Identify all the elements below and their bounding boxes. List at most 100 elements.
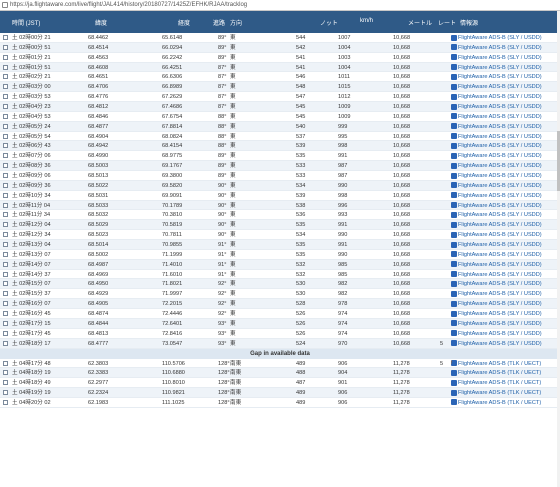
source-link[interactable]: FlightAware ADS-B (SLY / USDD) bbox=[458, 203, 542, 209]
row-checkbox[interactable] bbox=[3, 153, 8, 159]
row-checkbox[interactable] bbox=[3, 104, 8, 110]
source-link[interactable]: FlightAware ADS-B (SLY / USDD) bbox=[458, 321, 542, 327]
cell-source[interactable]: FlightAware ADS-B (SLY / USDD) bbox=[451, 251, 542, 259]
source-link[interactable]: FlightAware ADS-B (SLY / USDD) bbox=[458, 272, 542, 278]
cell-source[interactable]: FlightAware ADS-B (SLY / USDD) bbox=[451, 182, 542, 190]
cell-source[interactable]: FlightAware ADS-B (SLY / USDD) bbox=[451, 280, 542, 288]
row-checkbox[interactable] bbox=[3, 380, 8, 386]
row-checkbox[interactable] bbox=[3, 242, 8, 248]
cell-source[interactable]: FlightAware ADS-B (TLK / UECT) bbox=[451, 369, 541, 377]
cell-source[interactable]: FlightAware ADS-B (TLK / UECT) bbox=[451, 379, 541, 387]
source-link[interactable]: FlightAware ADS-B (TLK / UECT) bbox=[458, 370, 541, 376]
row-checkbox[interactable] bbox=[3, 251, 8, 257]
source-link[interactable]: FlightAware ADS-B (SLY / USDD) bbox=[458, 45, 542, 51]
row-checkbox[interactable] bbox=[3, 143, 8, 149]
cell-source[interactable]: FlightAware ADS-B (SLY / USDD) bbox=[451, 44, 542, 52]
source-link[interactable]: FlightAware ADS-B (SLY / USDD) bbox=[458, 163, 542, 169]
row-checkbox[interactable] bbox=[3, 271, 8, 277]
cell-source[interactable]: FlightAware ADS-B (TLK / UECT) bbox=[451, 399, 541, 407]
row-checkbox[interactable] bbox=[3, 163, 8, 169]
row-checkbox[interactable] bbox=[3, 54, 8, 60]
source-link[interactable]: FlightAware ADS-B (SLY / USDD) bbox=[458, 74, 542, 80]
cell-source[interactable]: FlightAware ADS-B (SLY / USDD) bbox=[451, 320, 542, 328]
row-checkbox[interactable] bbox=[3, 113, 8, 119]
source-link[interactable]: FlightAware ADS-B (TLK / UECT) bbox=[458, 400, 541, 406]
source-link[interactable]: FlightAware ADS-B (SLY / USDD) bbox=[458, 143, 542, 149]
source-link[interactable]: FlightAware ADS-B (SLY / USDD) bbox=[458, 252, 542, 258]
cell-source[interactable]: FlightAware ADS-B (SLY / USDD) bbox=[451, 340, 542, 348]
source-link[interactable]: FlightAware ADS-B (TLK / UECT) bbox=[458, 390, 541, 396]
source-link[interactable]: FlightAware ADS-B (SLY / USDD) bbox=[458, 222, 542, 228]
source-link[interactable]: FlightAware ADS-B (SLY / USDD) bbox=[458, 341, 542, 347]
cell-source[interactable]: FlightAware ADS-B (SLY / USDD) bbox=[451, 152, 542, 160]
source-link[interactable]: FlightAware ADS-B (SLY / USDD) bbox=[458, 232, 542, 238]
cell-source[interactable]: FlightAware ADS-B (SLY / USDD) bbox=[451, 192, 542, 200]
source-link[interactable]: FlightAware ADS-B (SLY / USDD) bbox=[458, 173, 542, 179]
cell-source[interactable]: FlightAware ADS-B (SLY / USDD) bbox=[451, 211, 542, 219]
row-checkbox[interactable] bbox=[3, 173, 8, 179]
cell-source[interactable]: FlightAware ADS-B (SLY / USDD) bbox=[451, 290, 542, 298]
row-checkbox[interactable] bbox=[3, 281, 8, 287]
row-checkbox[interactable] bbox=[3, 94, 8, 100]
row-checkbox[interactable] bbox=[3, 35, 8, 40]
cell-source[interactable]: FlightAware ADS-B (TLK / UECT) bbox=[451, 389, 541, 397]
cell-source[interactable]: FlightAware ADS-B (SLY / USDD) bbox=[451, 64, 542, 72]
row-checkbox[interactable] bbox=[3, 291, 8, 297]
row-checkbox[interactable] bbox=[3, 74, 8, 80]
row-checkbox[interactable] bbox=[3, 182, 8, 188]
row-checkbox[interactable] bbox=[3, 212, 8, 218]
cell-source[interactable]: FlightAware ADS-B (SLY / USDD) bbox=[451, 221, 542, 229]
row-checkbox[interactable] bbox=[3, 64, 8, 70]
source-link[interactable]: FlightAware ADS-B (SLY / USDD) bbox=[458, 242, 542, 248]
row-checkbox[interactable] bbox=[3, 301, 8, 307]
cell-source[interactable]: FlightAware ADS-B (SLY / USDD) bbox=[451, 34, 542, 42]
col-time[interactable]: 時間 (JST) bbox=[12, 18, 40, 27]
cell-source[interactable]: FlightAware ADS-B (SLY / USDD) bbox=[451, 202, 542, 210]
cell-source[interactable]: FlightAware ADS-B (SLY / USDD) bbox=[451, 241, 542, 249]
cell-source[interactable]: FlightAware ADS-B (SLY / USDD) bbox=[451, 330, 542, 338]
source-link[interactable]: FlightAware ADS-B (SLY / USDD) bbox=[458, 301, 542, 307]
row-checkbox[interactable] bbox=[3, 261, 8, 267]
source-link[interactable]: FlightAware ADS-B (SLY / USDD) bbox=[458, 291, 542, 297]
source-link[interactable]: FlightAware ADS-B (SLY / USDD) bbox=[458, 65, 542, 71]
cell-source[interactable]: FlightAware ADS-B (SLY / USDD) bbox=[451, 172, 542, 180]
cell-source[interactable]: FlightAware ADS-B (SLY / USDD) bbox=[451, 83, 542, 91]
source-link[interactable]: FlightAware ADS-B (SLY / USDD) bbox=[458, 153, 542, 159]
cell-source[interactable]: FlightAware ADS-B (TLK / UECT) bbox=[451, 360, 541, 368]
cell-source[interactable]: FlightAware ADS-B (SLY / USDD) bbox=[451, 300, 542, 308]
row-checkbox[interactable] bbox=[3, 320, 8, 326]
source-link[interactable]: FlightAware ADS-B (SLY / USDD) bbox=[458, 331, 542, 337]
cell-source[interactable]: FlightAware ADS-B (SLY / USDD) bbox=[451, 103, 542, 111]
source-link[interactable]: FlightAware ADS-B (SLY / USDD) bbox=[458, 35, 542, 41]
cell-source[interactable]: FlightAware ADS-B (SLY / USDD) bbox=[451, 133, 542, 141]
row-checkbox[interactable] bbox=[3, 340, 8, 346]
row-checkbox[interactable] bbox=[3, 311, 8, 317]
source-link[interactable]: FlightAware ADS-B (SLY / USDD) bbox=[458, 55, 542, 61]
row-checkbox[interactable] bbox=[3, 44, 8, 50]
source-link[interactable]: FlightAware ADS-B (SLY / USDD) bbox=[458, 84, 542, 90]
row-checkbox[interactable] bbox=[3, 222, 8, 228]
row-checkbox[interactable] bbox=[3, 390, 8, 396]
cell-source[interactable]: FlightAware ADS-B (SLY / USDD) bbox=[451, 93, 542, 101]
source-link[interactable]: FlightAware ADS-B (SLY / USDD) bbox=[458, 212, 542, 218]
row-checkbox[interactable] bbox=[3, 133, 8, 139]
source-link[interactable]: FlightAware ADS-B (SLY / USDD) bbox=[458, 134, 542, 140]
cell-source[interactable]: FlightAware ADS-B (SLY / USDD) bbox=[451, 142, 542, 150]
cell-source[interactable]: FlightAware ADS-B (SLY / USDD) bbox=[451, 261, 542, 269]
url-text[interactable]: https://ja.flightaware.com/live/flight/J… bbox=[10, 2, 247, 8]
row-checkbox[interactable] bbox=[3, 232, 8, 238]
source-link[interactable]: FlightAware ADS-B (SLY / USDD) bbox=[458, 183, 542, 189]
source-link[interactable]: FlightAware ADS-B (SLY / USDD) bbox=[458, 124, 542, 130]
source-link[interactable]: FlightAware ADS-B (SLY / USDD) bbox=[458, 94, 542, 100]
address-bar[interactable]: https://ja.flightaware.com/live/flight/J… bbox=[0, 0, 560, 11]
row-checkbox[interactable] bbox=[3, 330, 8, 336]
row-checkbox[interactable] bbox=[3, 360, 8, 366]
row-checkbox[interactable] bbox=[3, 84, 8, 90]
cell-source[interactable]: FlightAware ADS-B (SLY / USDD) bbox=[451, 162, 542, 170]
row-checkbox[interactable] bbox=[3, 370, 8, 376]
row-checkbox[interactable] bbox=[3, 192, 8, 198]
row-checkbox[interactable] bbox=[3, 399, 8, 405]
source-link[interactable]: FlightAware ADS-B (SLY / USDD) bbox=[458, 114, 542, 120]
source-link[interactable]: FlightAware ADS-B (TLK / UECT) bbox=[458, 361, 541, 367]
cell-source[interactable]: FlightAware ADS-B (SLY / USDD) bbox=[451, 310, 542, 318]
